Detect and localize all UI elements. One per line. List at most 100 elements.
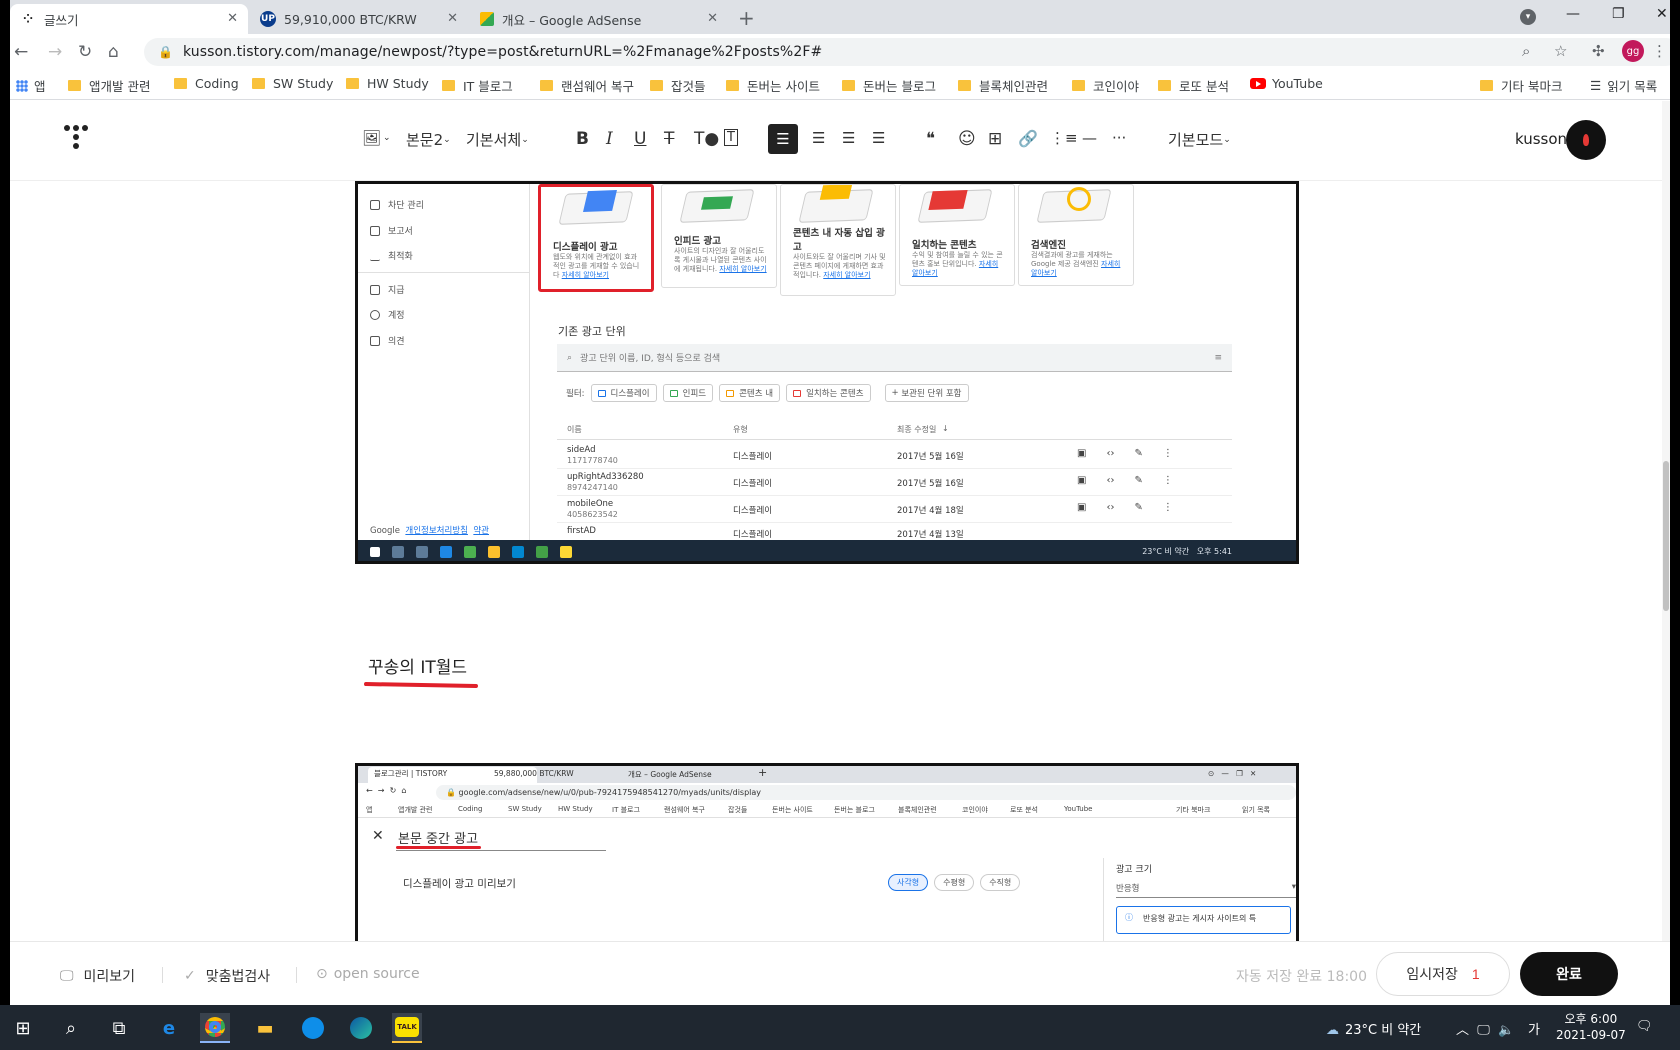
close-icon[interactable]: ✕ [227, 11, 238, 26]
zoom-icon[interactable]: ⌕ [1522, 42, 1530, 60]
vertical-scrollbar[interactable] [1662, 101, 1670, 941]
publish-button[interactable]: 완료 [1520, 952, 1618, 996]
section-title: 기존 광고 단위 [558, 325, 626, 338]
tab-write[interactable]: ⁘ 글쓰기 ✕ [10, 4, 248, 34]
open-source-link[interactable]: ⊙ open source [316, 966, 420, 982]
align-justify-button[interactable]: ☰ [872, 129, 885, 147]
report-icon: ▣ [1077, 448, 1087, 459]
quote-icon: ❝ [926, 129, 936, 149]
tab-adsense[interactable]: 개요 – Google AdSense ✕ [470, 4, 728, 34]
notification-icon[interactable]: 🗨 [1636, 1019, 1653, 1034]
more-button[interactable]: ··· [1112, 129, 1126, 147]
profile-avatar[interactable]: gg [1622, 40, 1644, 62]
address-bar[interactable]: 🔒 kusson.tistory.com/manage/newpost/?typ… [144, 38, 1670, 66]
file-explorer-icon[interactable]: ▬ [250, 1013, 280, 1043]
search-icon[interactable]: ⌕ [56, 1013, 86, 1043]
bookmark-folder[interactable]: 돈버는 사이트 [726, 76, 820, 95]
tab-btc[interactable]: UP 59,910,000 BTC/KRW ✕ [250, 4, 468, 34]
internet-explorer-icon[interactable]: e [154, 1013, 184, 1043]
bookmark-folder[interactable]: 랜섬웨어 복구 [540, 76, 634, 95]
windows-start-icon[interactable]: ⊞ [8, 1013, 38, 1043]
lock-icon: 🔒 [158, 45, 173, 59]
star-icon[interactable]: ☆ [1554, 42, 1567, 60]
close-icon[interactable]: ✕ [707, 11, 718, 26]
weather-widget[interactable]: ☁ 23°C 비 약간 [1326, 1019, 1421, 1038]
user-name[interactable]: kusson [1515, 130, 1567, 148]
edge-icon[interactable] [346, 1013, 376, 1043]
embedded-bookmarks: 앱 앱개발 관련 Coding SW Study HW Study IT 블로그… [358, 802, 1296, 818]
bookmark-youtube[interactable]: YouTube [1250, 76, 1323, 91]
ad-type-card: 검색엔진 검색결과에 광고를 게재하는 Google 제공 검색엔진 자세히 알… [1018, 184, 1134, 286]
reload-icon[interactable]: ↻ [78, 42, 92, 62]
text-background-button[interactable]: T [724, 129, 738, 146]
info-icon: ⓘ [1125, 913, 1133, 922]
tab-search-icon[interactable]: ▾ [1520, 9, 1536, 25]
back-icon[interactable]: ← [14, 42, 28, 62]
image-insert-button[interactable]: 🖼 ⌄ [362, 129, 391, 147]
chrome-icon[interactable] [200, 1013, 230, 1043]
quote-button[interactable]: ❝ [926, 129, 935, 149]
align-center-button[interactable]: ☰ [812, 129, 825, 147]
italic-button[interactable]: I [606, 129, 613, 149]
teamviewer-icon[interactable] [298, 1013, 328, 1043]
browser-window: ⁘ 글쓰기 ✕ UP 59,910,000 BTC/KRW ✕ 개요 – Goo… [10, 0, 1670, 1050]
tray-icons[interactable]: ︿ 🖵 🔈 [1456, 1019, 1523, 1038]
cloud-rain-icon: ☁ [1326, 1023, 1339, 1038]
system-clock[interactable]: 오후 6:00 2021-09-07 [1556, 1011, 1626, 1043]
divider-button[interactable]: — [1082, 129, 1097, 147]
bold-button[interactable]: B [576, 129, 589, 149]
preview-button[interactable]: 🖵 미리보기 [60, 966, 135, 986]
close-icon[interactable]: ✕ [447, 11, 458, 26]
table-button[interactable]: ⊞ [988, 129, 1002, 149]
bookmark-folder[interactable]: 로또 분석 [1158, 76, 1229, 95]
sidebar-item: 지급 [370, 283, 405, 296]
forward-icon[interactable]: → [48, 42, 62, 62]
bookmark-folder[interactable]: 앱개발 관련 [68, 76, 150, 95]
editor-bottom-bar: 🖵 미리보기 ✓ 맞춤법검사 ⊙ open source 자동 저장 완료 18:00… [10, 941, 1670, 1005]
text-color-button[interactable]: T● [694, 129, 719, 149]
minimize-icon[interactable]: — [1566, 6, 1580, 22]
bookmark-other[interactable]: 기타 북마크 [1480, 76, 1562, 95]
user-avatar[interactable] [1566, 120, 1606, 160]
bookmark-folder[interactable]: Coding [174, 76, 239, 91]
restore-icon[interactable]: ❐ [1612, 6, 1625, 22]
bookmark-folder[interactable]: HW Study [346, 76, 429, 91]
strikethrough-button[interactable]: T [664, 129, 674, 149]
embedded-image-adsense-display-unit[interactable]: 블로그관리 | TISTORY 59,880,000 BTC/KRW 개요 – … [355, 763, 1299, 941]
align-left-button[interactable]: ☰ [768, 124, 798, 154]
folder-icon [442, 80, 455, 91]
home-icon[interactable]: ⌂ [108, 42, 119, 62]
bookmark-apps[interactable]: 앱 [16, 76, 46, 95]
menu-icon[interactable]: ⋮ [1652, 42, 1667, 60]
new-tab-button[interactable]: + [738, 6, 755, 30]
kakaotalk-icon[interactable]: TALK [392, 1013, 422, 1043]
table-icon: ⊞ [988, 129, 1003, 149]
editor-body[interactable]: 차단 관리 보고서 최적화 지급 계정 의견 Google 개인정보처리방침 약… [10, 181, 1670, 941]
embedded-image-adsense-units[interactable]: 차단 관리 보고서 최적화 지급 계정 의견 Google 개인정보처리방침 약… [355, 181, 1299, 564]
ime-indicator[interactable]: 가 [1528, 1019, 1540, 1038]
list-button[interactable]: ⋮≡ [1050, 129, 1078, 147]
bookmark-folder[interactable]: 돈버는 블로그 [842, 76, 936, 95]
temp-save-button[interactable]: 임시저장 1 [1376, 952, 1510, 996]
extensions-icon[interactable]: ✣ [1592, 42, 1605, 60]
emoticon-button[interactable]: ☺ [958, 129, 976, 149]
reading-list[interactable]: ☰ 읽기 목록 [1590, 76, 1657, 95]
align-right-button[interactable]: ☰ [842, 129, 855, 147]
bookmark-folder[interactable]: 블록체인관련 [958, 76, 1048, 95]
bookmark-folder[interactable]: SW Study [252, 76, 333, 91]
tab-strip: ⁘ 글쓰기 ✕ UP 59,910,000 BTC/KRW ✕ 개요 – Goo… [10, 0, 1670, 34]
underline-button[interactable]: U [634, 129, 646, 149]
task-view-icon[interactable]: ⧉ [104, 1013, 134, 1043]
font-select[interactable]: 기본서체 ⌄ [466, 129, 529, 150]
tistory-logo-icon[interactable] [64, 125, 94, 155]
mode-select[interactable]: 기본모드 ⌄ [1168, 129, 1231, 150]
spellcheck-button[interactable]: ✓ 맞춤법검사 [184, 966, 270, 986]
link-button[interactable]: 🔗 [1018, 129, 1038, 148]
report-icon: ▣ [1077, 475, 1087, 486]
close-window-icon[interactable]: ✕ [1656, 6, 1668, 22]
bookmark-folder[interactable]: IT 블로그 [442, 76, 513, 95]
bookmark-folder[interactable]: 코인이야 [1072, 76, 1139, 95]
post-heading-text[interactable]: 꾸송의 IT월드 [368, 653, 467, 678]
paragraph-style-select[interactable]: 본문2 ⌄ [406, 129, 451, 150]
bookmark-folder[interactable]: 잡것들 [650, 76, 706, 95]
